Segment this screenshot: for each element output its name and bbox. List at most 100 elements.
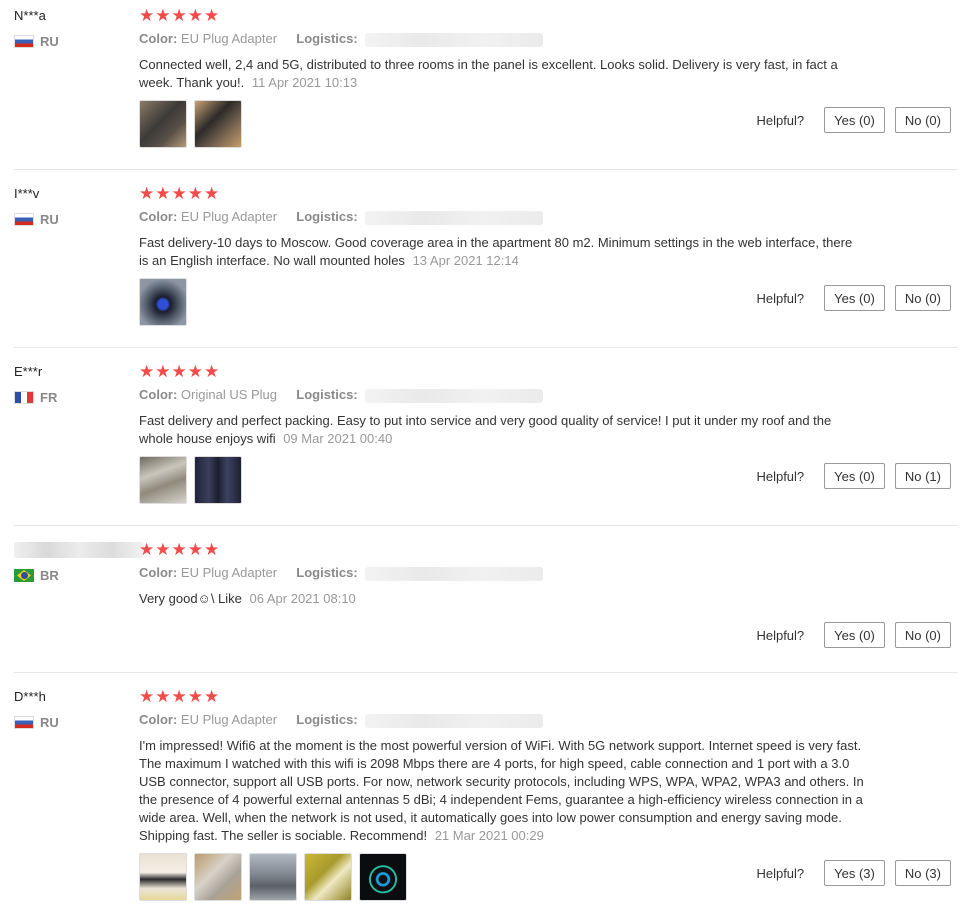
review-divider bbox=[14, 525, 958, 526]
review-photo[interactable] bbox=[194, 100, 242, 148]
logistics-label: Logistics: bbox=[296, 712, 358, 727]
helpful-label: Helpful? bbox=[756, 112, 805, 128]
helpful-controls: Helpful? Yes (0) No (0) bbox=[756, 622, 951, 648]
review-photo[interactable] bbox=[194, 456, 242, 504]
france-flag-icon bbox=[14, 391, 34, 404]
color-value: EU Plug Adapter bbox=[180, 712, 278, 727]
logistics-label: Logistics: bbox=[296, 565, 358, 580]
country-code: RU bbox=[40, 715, 59, 730]
helpful-label: Helpful? bbox=[756, 627, 805, 643]
reviewer-country: FR bbox=[14, 390, 57, 405]
review-date: 09 Mar 2021 00:40 bbox=[283, 431, 393, 446]
color-label: Color: bbox=[139, 31, 178, 46]
review-photo[interactable] bbox=[139, 278, 187, 326]
helpful-controls: Helpful? Yes (0) No (0) bbox=[756, 285, 951, 311]
reviewer-name: N***a bbox=[14, 8, 46, 23]
reviewer-country: BR bbox=[14, 568, 59, 583]
review-meta: Color: EU Plug Adapter Logistics: bbox=[139, 209, 544, 225]
review-photo[interactable] bbox=[249, 853, 297, 901]
review-photo[interactable] bbox=[139, 100, 187, 148]
helpful-yes-button[interactable]: Yes (0) bbox=[824, 463, 885, 489]
reviewer-country: RU bbox=[14, 212, 59, 227]
review-photos bbox=[139, 100, 242, 148]
helpful-yes-button[interactable]: Yes (0) bbox=[824, 285, 885, 311]
review-date: 11 Apr 2021 10:13 bbox=[251, 75, 358, 90]
logistics-redacted bbox=[365, 713, 544, 728]
helpful-yes-button[interactable]: Yes (0) bbox=[824, 622, 885, 648]
rating-stars: ★★★★★ bbox=[139, 687, 221, 706]
review-photos bbox=[139, 456, 242, 504]
helpful-controls: Helpful? Yes (3) No (3) bbox=[756, 860, 951, 886]
russia-flag-icon bbox=[14, 213, 34, 226]
review-date: 21 Mar 2021 00:29 bbox=[434, 828, 544, 843]
review-photo[interactable] bbox=[139, 456, 187, 504]
review-divider bbox=[14, 672, 958, 673]
helpful-no-button[interactable]: No (0) bbox=[894, 622, 951, 648]
brazil-flag-icon bbox=[14, 569, 34, 582]
helpful-no-button[interactable]: No (0) bbox=[894, 285, 951, 311]
rating-stars: ★★★★★ bbox=[139, 540, 221, 559]
reviewer-country: RU bbox=[14, 715, 59, 730]
color-value: EU Plug Adapter bbox=[180, 31, 278, 46]
helpful-yes-button[interactable]: Yes (0) bbox=[824, 107, 885, 133]
logistics-label: Logistics: bbox=[296, 387, 358, 402]
helpful-no-button[interactable]: No (0) bbox=[894, 107, 951, 133]
helpful-label: Helpful? bbox=[756, 865, 805, 881]
review-date: 13 Apr 2021 12:14 bbox=[412, 253, 519, 268]
color-label: Color: bbox=[139, 565, 178, 580]
review-body: Fast delivery and perfect packing. Easy … bbox=[139, 413, 832, 446]
color-label: Color: bbox=[139, 209, 178, 224]
color-value: EU Plug Adapter bbox=[180, 565, 278, 580]
helpful-no-button[interactable]: No (3) bbox=[894, 860, 951, 886]
review-photo[interactable] bbox=[194, 853, 242, 901]
reviewer-name: E***r bbox=[14, 364, 43, 379]
country-code: FR bbox=[40, 390, 58, 405]
review-body: Very good☺\ Like bbox=[139, 591, 242, 606]
reviewer-name: I***v bbox=[14, 186, 40, 201]
helpful-controls: Helpful? Yes (0) No (1) bbox=[756, 463, 951, 489]
logistics-redacted bbox=[365, 388, 544, 403]
russia-flag-icon bbox=[14, 716, 34, 729]
review-text: Connected well, 2,4 and 5G, distributed … bbox=[139, 56, 864, 92]
logistics-label: Logistics: bbox=[296, 31, 358, 46]
reviewer-name: D***h bbox=[14, 689, 46, 704]
review-meta: Color: EU Plug Adapter Logistics: bbox=[139, 31, 544, 47]
review-photos bbox=[139, 278, 187, 326]
review-text: Fast delivery and perfect packing. Easy … bbox=[139, 412, 864, 448]
russia-flag-icon bbox=[14, 35, 34, 48]
color-value: Original US Plug bbox=[180, 387, 278, 402]
country-code: RU bbox=[40, 212, 59, 227]
review-text: I'm impressed! Wifi6 at the moment is th… bbox=[139, 737, 864, 845]
logistics-label: Logistics: bbox=[296, 209, 358, 224]
review-body: Connected well, 2,4 and 5G, distributed … bbox=[139, 57, 838, 90]
color-label: Color: bbox=[139, 712, 178, 727]
review-meta: Color: Original US Plug Logistics: bbox=[139, 387, 544, 403]
review-divider bbox=[14, 347, 958, 348]
helpful-no-button[interactable]: No (1) bbox=[894, 463, 951, 489]
country-code: BR bbox=[40, 568, 59, 583]
logistics-redacted bbox=[365, 32, 544, 47]
review-meta: Color: EU Plug Adapter Logistics: bbox=[139, 565, 544, 581]
rating-stars: ★★★★★ bbox=[139, 184, 221, 203]
color-value: EU Plug Adapter bbox=[180, 209, 278, 224]
reviewer-country: RU bbox=[14, 34, 59, 49]
helpful-yes-button[interactable]: Yes (3) bbox=[824, 860, 885, 886]
review-photos bbox=[139, 853, 407, 901]
review-divider bbox=[14, 169, 958, 170]
rating-stars: ★★★★★ bbox=[139, 362, 221, 381]
review-photo[interactable] bbox=[139, 853, 187, 901]
logistics-redacted bbox=[365, 566, 544, 581]
review-photo[interactable] bbox=[304, 853, 352, 901]
helpful-label: Helpful? bbox=[756, 290, 805, 306]
review-text: Very good☺\ Like 06 Apr 2021 08:10 bbox=[139, 590, 864, 608]
color-label: Color: bbox=[139, 387, 178, 402]
reviewer-name-redacted bbox=[14, 542, 144, 558]
rating-stars: ★★★★★ bbox=[139, 6, 221, 25]
helpful-label: Helpful? bbox=[756, 468, 805, 484]
review-photo[interactable] bbox=[359, 853, 407, 901]
review-meta: Color: EU Plug Adapter Logistics: bbox=[139, 712, 544, 728]
country-code: RU bbox=[40, 34, 59, 49]
review-text: Fast delivery-10 days to Moscow. Good co… bbox=[139, 234, 864, 270]
logistics-redacted bbox=[365, 210, 544, 225]
review-date: 06 Apr 2021 08:10 bbox=[249, 591, 356, 606]
